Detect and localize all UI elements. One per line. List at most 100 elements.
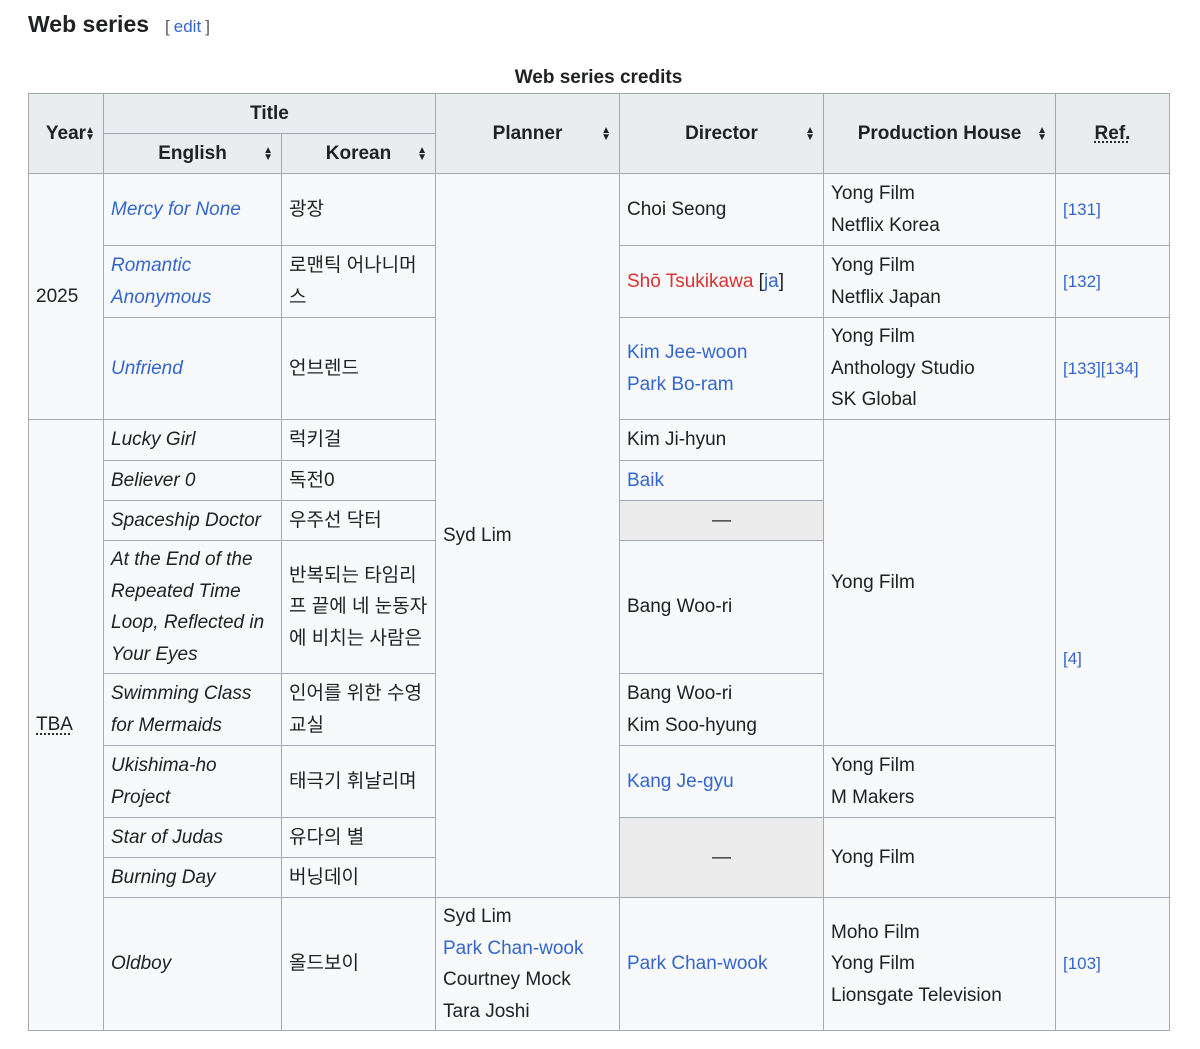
title-korean: 로맨틱 어나니머스 [281, 245, 436, 318]
director-link[interactable]: Kim Jee-woon [627, 337, 816, 369]
web-series-credits-table: Year ▲ ▼ Title Planner ▲ ▼ Director ▲ ▼ Pro… [28, 93, 1170, 1031]
ref-link[interactable]: [132] [1063, 272, 1101, 291]
edit-link[interactable]: edit [174, 17, 201, 36]
sort-down-icon: ▼ [417, 151, 427, 163]
year-tba-abbr: TBA [36, 714, 73, 736]
column-header-production-house[interactable]: Production House ▲ ▼ [823, 93, 1056, 174]
ref-cell-shared: [4] [1055, 419, 1170, 898]
sort-icon[interactable]: ▲ ▼ [263, 145, 273, 162]
director-name: Choi Seong [627, 198, 727, 220]
column-header-korean[interactable]: Korean ▲ ▼ [281, 133, 436, 174]
sort-down-icon: ▼ [601, 131, 611, 143]
director-link[interactable]: Park Chan-wook [619, 897, 824, 1031]
column-header-director[interactable]: Director ▲ ▼ [619, 93, 824, 174]
column-header-english[interactable]: English ▲ ▼ [103, 133, 282, 174]
interlanguage-bracket-close: ] [778, 270, 785, 292]
sort-icon[interactable]: ▲ ▼ [805, 125, 815, 143]
table-row: Oldboy 올드보이 Syd Lim Park Chan-wook Court… [29, 897, 1170, 1031]
production-name: Yong Film [831, 755, 915, 776]
production-name: Netflix Japan [831, 286, 941, 308]
planner-link[interactable]: Park Chan-wook [443, 933, 612, 965]
ref-cell: [103] [1055, 897, 1170, 1031]
title-english-link[interactable]: Mercy for None [103, 173, 282, 246]
title-english: Oldboy [103, 897, 282, 1031]
title-english: Star of Judas [103, 817, 282, 858]
production-name: Yong Film [831, 326, 915, 348]
director-redlink[interactable]: Shō Tsukikawa [627, 271, 753, 292]
production-name: SK Global [831, 389, 917, 411]
title-korean: 럭키걸 [281, 419, 436, 461]
director-cell: Bang Woo-ri Kim Soo-hyung [619, 673, 824, 746]
column-header-planner-label: Planner [492, 122, 563, 144]
director-cell: Kim Ji-hyun [619, 419, 824, 461]
sort-down-icon: ▼ [805, 131, 815, 143]
ref-link[interactable]: [103] [1063, 954, 1101, 973]
column-header-production-house-label: Production House [857, 122, 1022, 144]
title-english: Lucky Girl [103, 419, 282, 461]
title-english: Burning Day [103, 857, 282, 898]
column-header-planner[interactable]: Planner ▲ ▼ [435, 93, 620, 174]
column-header-ref-label: Ref. [1094, 122, 1131, 144]
table-caption: Web series credits [514, 67, 683, 88]
title-english: Swimming Class for Mermaids [103, 673, 282, 746]
interlanguage-link-ja[interactable]: ja [764, 271, 779, 292]
title-english: Ukishima-ho Project [103, 745, 282, 818]
ref-link[interactable]: [133][134] [1063, 359, 1139, 378]
title-english-link[interactable]: Romantic Anonymous [103, 245, 282, 318]
planner-name: Syd Lim [443, 906, 512, 927]
ref-cell: [131] [1055, 173, 1170, 246]
title-korean: 태극기 휘날리며 [281, 745, 436, 818]
production-cell: Yong Film Netflix Japan [823, 245, 1056, 318]
planner-cell-shared: Syd Lim [435, 173, 620, 898]
section-title: Web series [28, 11, 150, 37]
director-cell: Shō Tsukikawa [ja] [619, 245, 824, 318]
edit-bracket-close: ] [205, 17, 210, 36]
web-series-table-wrapper: Web series credits Year ▲ ▼ Title Planner… [28, 62, 1170, 1031]
column-header-title: Title [103, 93, 436, 134]
column-header-year-label: Year [45, 122, 87, 144]
sort-icon[interactable]: ▲ ▼ [85, 125, 95, 143]
title-english: Believer 0 [103, 460, 282, 501]
column-header-director-label: Director [685, 122, 758, 144]
production-name: Yong Film [831, 255, 915, 276]
title-korean: 광장 [281, 173, 436, 246]
ref-link[interactable]: [4] [1063, 649, 1082, 668]
production-cell: Yong Film M Makers [823, 745, 1056, 818]
sort-icon[interactable]: ▲ ▼ [1037, 125, 1047, 142]
planner-name: Tara Joshi [443, 1000, 530, 1022]
year-cell-2025: 2025 [28, 173, 104, 420]
column-header-english-label: English [158, 142, 227, 164]
director-link[interactable]: Park Bo-ram [627, 369, 816, 401]
column-header-year[interactable]: Year ▲ ▼ [28, 93, 104, 174]
production-name: Moho Film [831, 921, 920, 943]
title-korean: 반복되는 타임리프 끝에 네 눈동자에 비치는 사람은 [281, 540, 436, 674]
year-cell-tba: TBA [28, 419, 104, 1031]
director-name: Bang Woo-ri [627, 683, 733, 704]
director-link[interactable]: Kang Je-gyu [619, 745, 824, 818]
production-cell: Yong Film Anthology Studio SK Global [823, 317, 1056, 420]
section-heading: Web series [edit] [28, 8, 210, 40]
title-korean: 우주선 닥터 [281, 500, 436, 541]
sort-icon[interactable]: ▲ ▼ [601, 125, 611, 143]
title-english: At the End of the Repeated Time Loop, Re… [103, 540, 282, 674]
director-link[interactable]: Baik [619, 460, 824, 501]
title-korean: 인어를 위한 수영교실 [281, 673, 436, 746]
title-korean: 유다의 별 [281, 817, 436, 858]
director-cell: Bang Woo-ri [619, 540, 824, 674]
table-row: 2025 Mercy for None 광장 Syd Lim Choi Seon… [28, 173, 1170, 898]
ref-link[interactable]: [131] [1063, 200, 1101, 219]
production-name: Lionsgate Television [831, 984, 1002, 1006]
title-english-link[interactable]: Unfriend [103, 317, 282, 420]
sort-icon[interactable]: ▲ ▼ [417, 145, 427, 163]
director-cell-empty: — [619, 500, 824, 541]
interlanguage-bracket-open: [ [753, 270, 764, 292]
production-cell-shared: Yong Film [823, 817, 1056, 898]
production-name: Yong Film [831, 953, 915, 975]
production-name: Anthology Studio [831, 357, 975, 379]
sort-down-icon: ▼ [85, 131, 95, 143]
title-english: Spaceship Doctor [103, 500, 282, 541]
ref-cell: [132] [1055, 245, 1170, 318]
director-name: Kim Soo-hyung [627, 714, 757, 736]
director-cell-empty: — [619, 817, 824, 898]
production-name: Netflix Korea [831, 214, 940, 236]
